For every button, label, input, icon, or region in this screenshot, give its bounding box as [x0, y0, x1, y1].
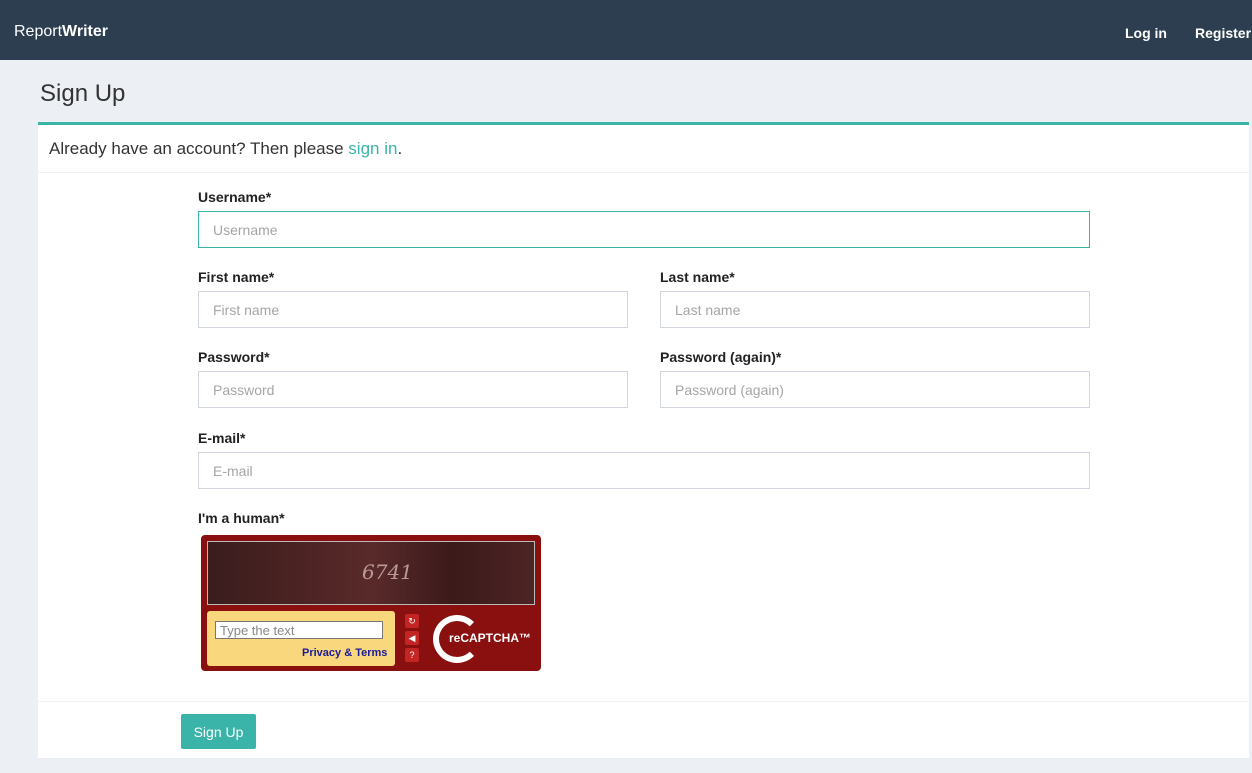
captcha-challenge-text: 6741: [362, 560, 413, 584]
signin-prompt-period: .: [397, 139, 403, 158]
nav-register-link[interactable]: Register: [1195, 24, 1251, 42]
captcha-response-input[interactable]: [215, 621, 383, 639]
password-again-label: Password (again)*: [660, 349, 782, 365]
help-icon[interactable]: ?: [405, 648, 419, 662]
refresh-icon[interactable]: ↻: [405, 614, 419, 628]
top-navbar: ReportWriter Log in Register: [0, 0, 1252, 60]
captcha-input-area: Privacy & Terms: [207, 611, 395, 666]
signin-prompt: Already have an account? Then please sig…: [49, 138, 402, 160]
brand-logo[interactable]: ReportWriter: [14, 22, 108, 42]
signin-prompt-text: Already have an account? Then please: [49, 139, 349, 158]
audio-icon[interactable]: ◀: [405, 631, 419, 645]
last-name-label: Last name*: [660, 269, 735, 285]
username-label: Username*: [198, 189, 272, 205]
email-input[interactable]: [198, 452, 1090, 489]
recaptcha-logo-text: reCAPTCHA™: [449, 631, 532, 645]
captcha-challenge-image: 6741: [207, 541, 535, 605]
last-name-input[interactable]: [660, 291, 1090, 328]
recaptcha-widget: 6741 Privacy & Terms ↻ ◀ ? reCAPTCHA™: [201, 535, 541, 671]
brand-part2: Writer: [62, 23, 108, 40]
captcha-privacy-link[interactable]: Privacy & Terms: [302, 647, 387, 659]
card-footer: Sign Up: [38, 701, 1249, 761]
nav-login-link[interactable]: Log in: [1125, 24, 1167, 42]
password-again-input[interactable]: [660, 371, 1090, 408]
page-title: Sign Up: [40, 80, 126, 107]
signup-card: Already have an account? Then please sig…: [38, 122, 1249, 758]
brand-part1: Report: [14, 23, 63, 40]
first-name-input[interactable]: [198, 291, 628, 328]
username-input[interactable]: [198, 211, 1090, 248]
signin-link[interactable]: sign in: [348, 139, 397, 158]
email-label: E-mail*: [198, 430, 246, 446]
captcha-label: I'm a human*: [198, 510, 285, 526]
first-name-label: First name*: [198, 269, 275, 285]
card-header: Already have an account? Then please sig…: [38, 125, 1249, 173]
sign-up-button[interactable]: Sign Up: [181, 714, 256, 749]
password-label: Password*: [198, 349, 270, 365]
password-input[interactable]: [198, 371, 628, 408]
